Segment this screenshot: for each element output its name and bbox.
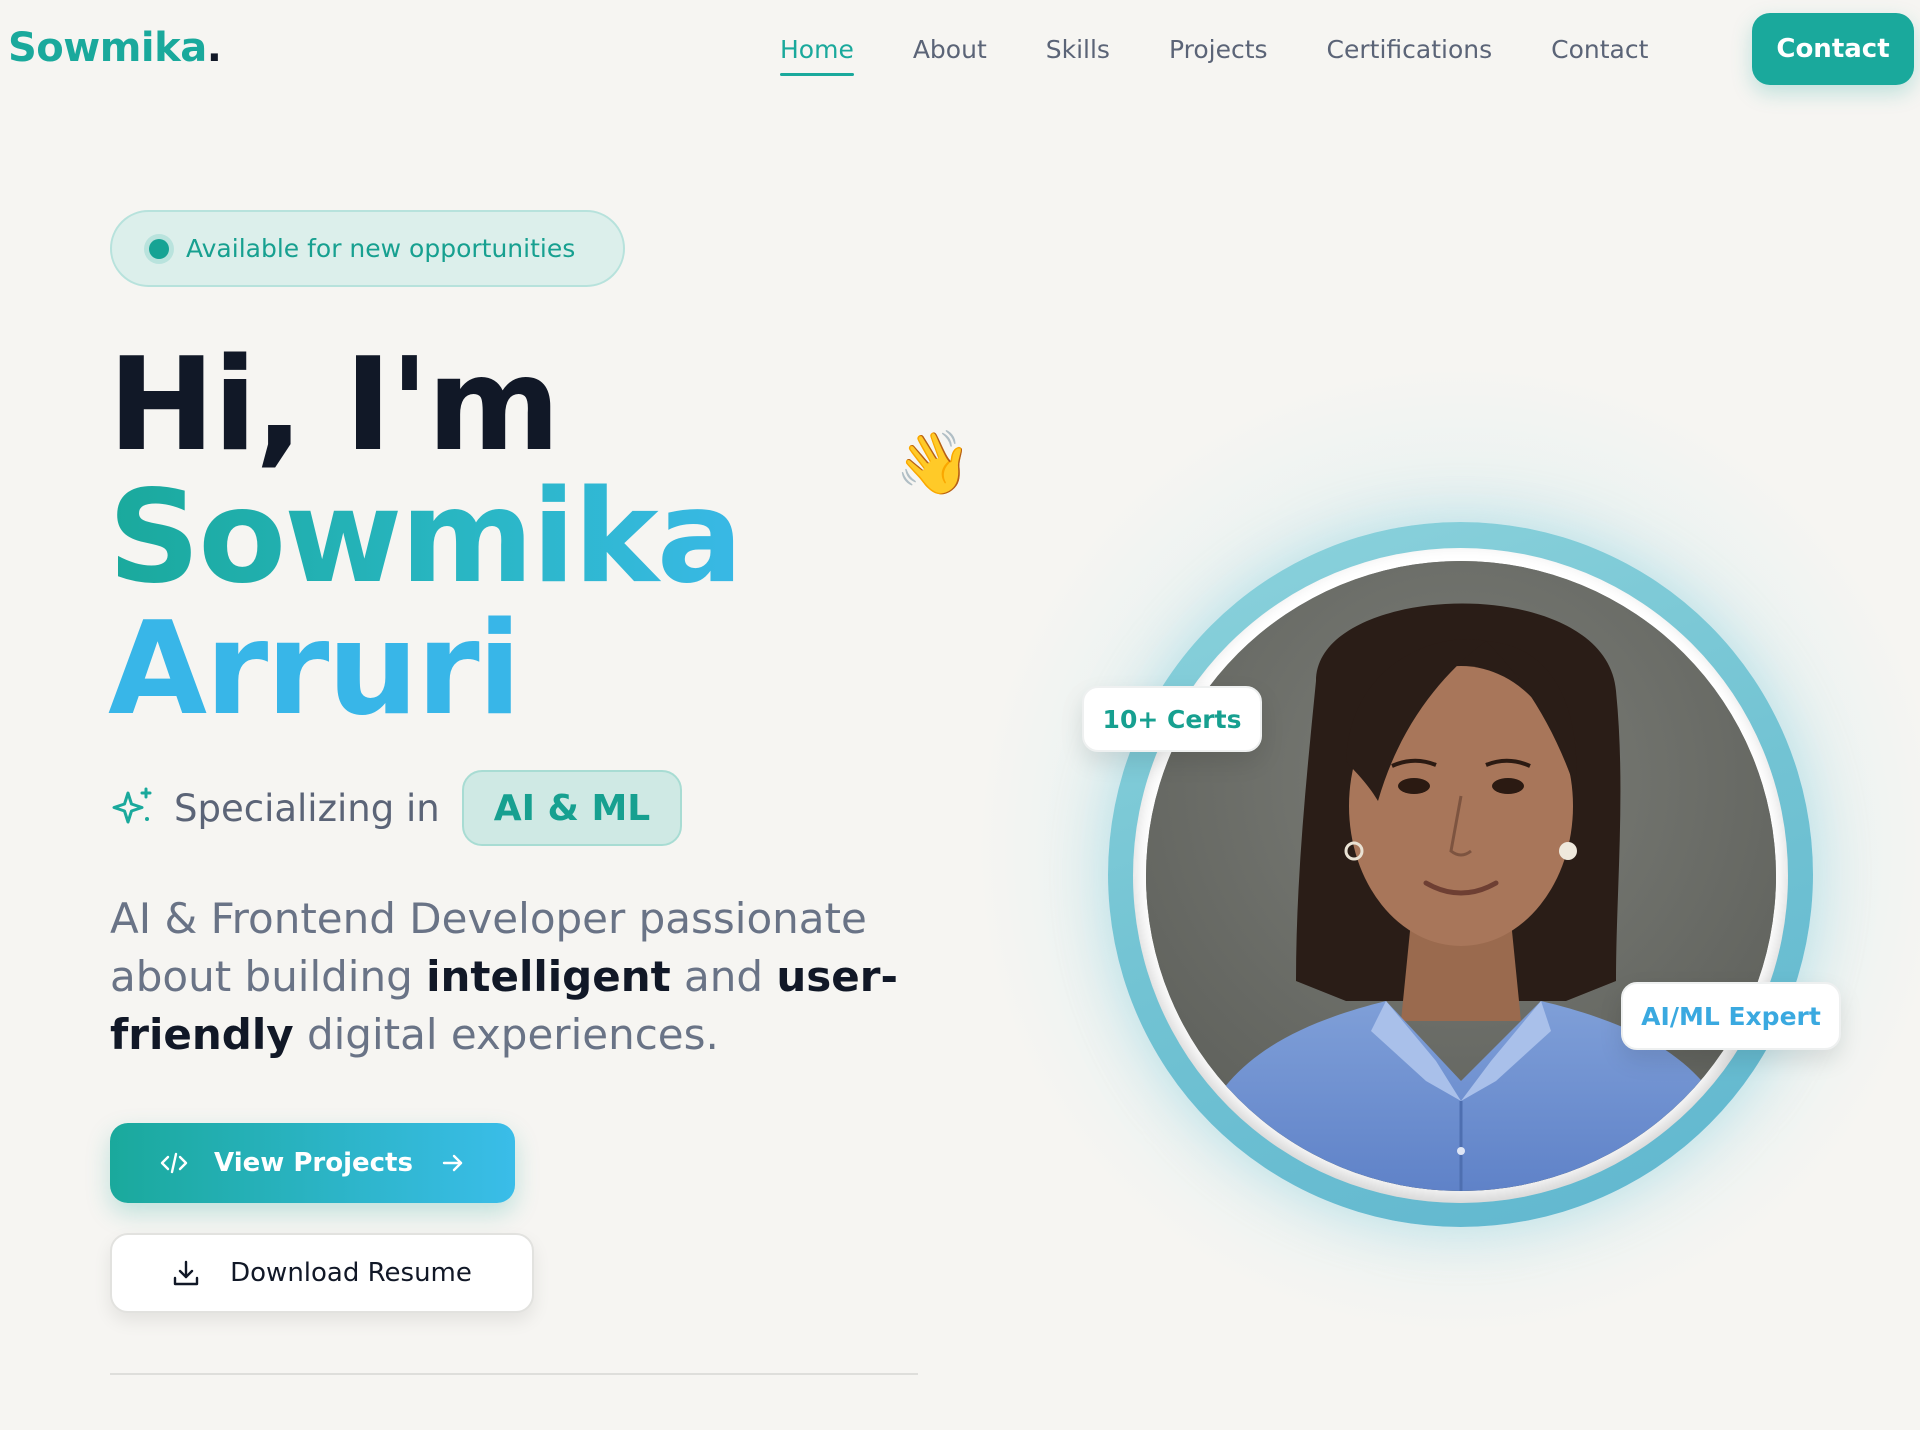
hero-title: Hi, I'm Sowmika Arruri — [108, 331, 743, 744]
profile-photo — [1146, 561, 1776, 1191]
view-projects-label: View Projects — [214, 1148, 413, 1178]
download-icon — [172, 1259, 200, 1287]
nav-link-skills[interactable]: Skills — [1046, 32, 1110, 68]
description-text-2: and — [670, 952, 777, 1001]
arrow-right-icon — [441, 1151, 465, 1175]
expert-badge: AI/ML Expert — [1621, 982, 1841, 1050]
site-logo[interactable]: Sowmika. — [8, 22, 222, 74]
status-dot-icon — [144, 233, 174, 264]
hero-first-name: Sowmika — [108, 463, 743, 612]
section-divider — [110, 1373, 918, 1375]
hero-last-name: Arruri — [108, 595, 521, 744]
logo-dot: . — [206, 25, 222, 71]
nav-link-certifications[interactable]: Certifications — [1327, 32, 1493, 68]
sparkles-icon — [110, 785, 156, 831]
description-text-3: digital experiences. — [293, 1010, 719, 1059]
logo-text: Sowmika — [8, 25, 207, 71]
download-resume-button[interactable]: Download Resume — [110, 1233, 534, 1313]
main-nav: Home About Skills Projects Certification… — [780, 30, 1707, 76]
nav-link-home[interactable]: Home — [780, 32, 854, 76]
code-icon — [160, 1149, 188, 1177]
specialty-chip: AI & ML — [461, 770, 683, 846]
hero-description: AI & Frontend Developer passionate about… — [110, 890, 910, 1064]
site-header: Sowmika. Home About Skills Projects Cert… — [0, 0, 1920, 100]
nav-link-about[interactable]: About — [913, 32, 987, 68]
nav-link-contact[interactable]: Contact — [1551, 32, 1648, 68]
waving-hand-icon: 👋 — [895, 426, 973, 499]
contact-button[interactable]: Contact — [1752, 13, 1914, 85]
availability-badge: Available for new opportunities — [110, 210, 625, 287]
specializing-label: Specializing in — [174, 786, 440, 830]
view-projects-button[interactable]: View Projects — [110, 1123, 515, 1203]
nav-link-projects[interactable]: Projects — [1169, 32, 1268, 68]
availability-text: Available for new opportunities — [186, 234, 576, 263]
specializing-row: Specializing in AI & ML — [110, 770, 683, 846]
certs-badge: 10+ Certs — [1082, 686, 1262, 752]
description-bold-intelligent: intelligent — [426, 952, 671, 1001]
download-resume-label: Download Resume — [230, 1258, 472, 1288]
hero-greeting: Hi, I'm — [108, 331, 560, 480]
